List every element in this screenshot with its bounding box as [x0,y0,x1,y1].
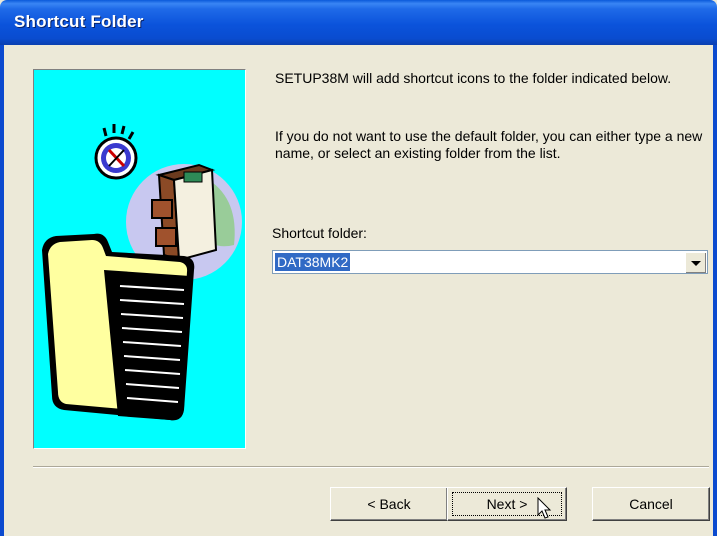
window-title: Shortcut Folder [14,12,144,31]
title-bar[interactable]: Shortcut Folder [0,0,717,45]
window-frame-right [713,45,717,536]
wizard-illustration [33,69,246,449]
chevron-down-icon [691,261,701,266]
intro-text: SETUP38M will add shortcut icons to the … [275,70,672,86]
cancel-button[interactable]: Cancel [592,487,710,521]
instruction-text: If you do not want to use the default fo… [275,128,703,161]
separator [33,466,709,468]
folder-clock-cabinet-illustration [42,124,242,421]
dropdown-button[interactable] [685,252,706,273]
setup-dialog: Shortcut Folder SETUP38M will add shortc… [0,0,717,536]
folder-icon [42,233,195,421]
filing-cabinet-icon [151,163,218,262]
back-button[interactable]: < Back [330,487,448,521]
mouse-pointer-icon [537,497,552,519]
window-frame-left [0,45,4,536]
shortcut-folder-value[interactable]: DAT38MK2 [275,253,351,271]
clock-icon [94,124,138,180]
shortcut-folder-combobox[interactable]: DAT38MK2 [272,250,708,274]
shortcut-folder-label: Shortcut folder: [272,225,367,241]
